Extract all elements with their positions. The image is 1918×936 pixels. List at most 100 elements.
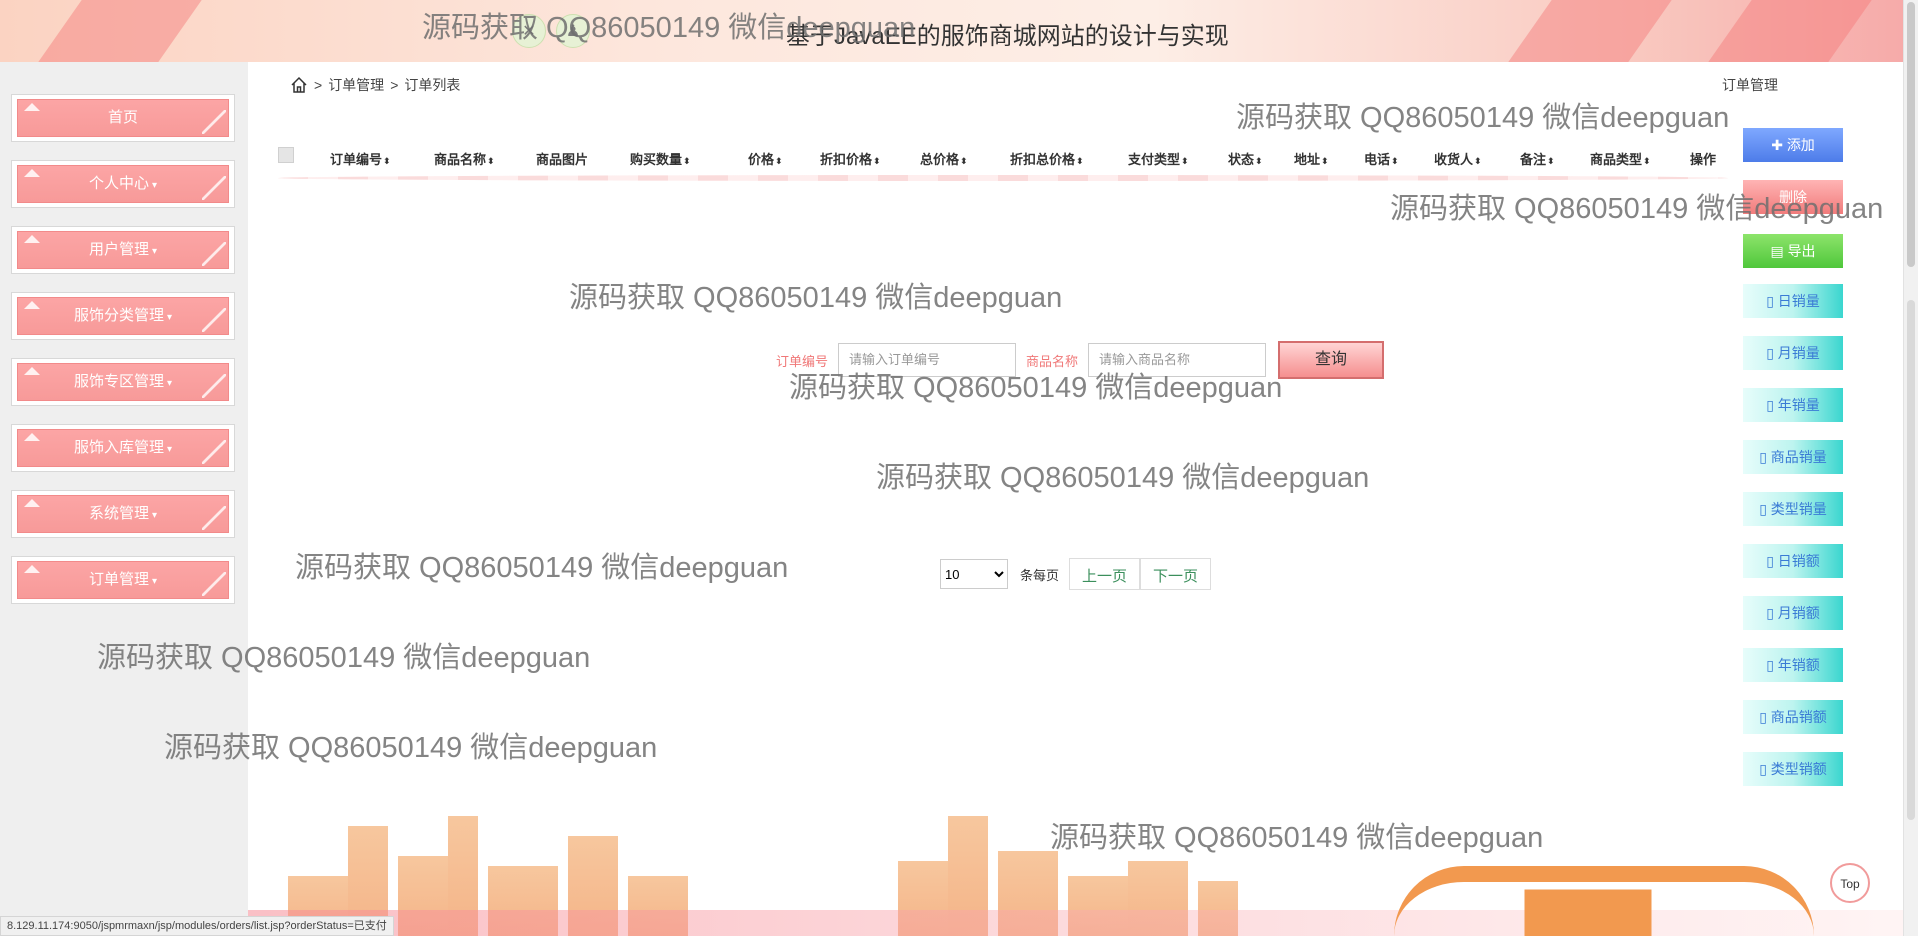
site-title: 基于JavaEE的服饰商城网站的设计与实现 [786,23,1229,50]
bridge-decoration [1394,866,1814,936]
header-decoration [1708,0,1872,62]
document-icon: ▯ [1766,397,1774,413]
chevron-down-icon: ▾ [166,444,173,455]
per-page-label: 条每页 [1020,567,1060,583]
sort-icon[interactable]: ⬍ [873,156,881,166]
sidebar-item-label: 订单管理 [88,571,149,588]
header-decoration [38,0,202,62]
yearly-sales-amount-button[interactable]: ▯ 年销额 [1743,648,1843,682]
chevron-down-icon: ▾ [166,378,173,389]
chevron-down-icon: ▾ [151,246,158,257]
type-sales-volume-button[interactable]: ▯ 类型销量 [1743,492,1843,526]
add-button[interactable]: ✚ 添加 [1743,128,1843,162]
sort-icon[interactable]: ⬍ [1391,156,1399,166]
daily-sales-volume-button[interactable]: ▯ 日销量 [1743,284,1843,318]
sidebar-item-order-management[interactable]: 订单管理 ▾ [11,556,235,604]
sidebar-item-home[interactable]: 首页 [11,94,235,142]
column-header[interactable]: 状态⬍ [1228,149,1263,168]
sidebar-item-label: 服饰分类管理 [73,307,164,324]
sidebar-item-category-management[interactable]: 服饰分类管理 ▾ [11,292,235,340]
plus-icon: ✚ [1771,137,1783,153]
sidebar-item-label: 用户管理 [88,241,149,258]
query-button[interactable]: 查询 [1278,341,1385,379]
column-header[interactable]: 总价格⬍ [920,149,968,168]
export-button[interactable]: ▤ 导出 [1743,234,1843,268]
page-section-title: 订单管理 [1722,77,1778,93]
sidebar-item-label: 服饰入库管理 [73,439,164,456]
sidebar-item-label: 系统管理 [88,505,149,522]
sort-icon[interactable]: ⬍ [1474,156,1482,166]
column-header[interactable]: 商品名称⬍ [434,149,495,168]
header-bar: ✕ ♟ 基于JavaEE的服饰商城网站的设计与实现 [0,0,1918,62]
sort-icon[interactable]: ⬍ [1321,156,1329,166]
yearly-sales-volume-button[interactable]: ▯ 年销量 [1743,388,1843,422]
sidebar-item-personal-center[interactable]: 个人中心 ▾ [11,160,235,208]
monthly-sales-amount-button[interactable]: ▯ 月销额 [1743,596,1843,630]
sidebar-item-stock-management[interactable]: 服饰入库管理 ▾ [11,424,235,472]
sort-icon[interactable]: ⬍ [1547,156,1555,166]
page-size-select[interactable]: 10 [940,559,1008,589]
breadcrumb-order-list: 订单列表 [404,77,461,93]
sort-icon[interactable]: ⬍ [1643,156,1651,166]
product-name-label: 商品名称 [1026,353,1079,369]
column-header[interactable]: 备注⬍ [1520,149,1555,168]
select-all-checkbox[interactable] [278,147,294,163]
next-page-button[interactable]: 下一页 [1140,558,1212,590]
header-decoration [1508,0,1672,62]
column-header[interactable]: 收货人⬍ [1434,149,1482,168]
sidebar-item-zone-management[interactable]: 服饰专区管理 ▾ [11,358,235,406]
back-to-top-button[interactable]: Top [1830,863,1870,903]
close-icon[interactable]: ✕ [512,14,546,48]
document-icon: ▯ [1759,449,1767,465]
sidebar-item-user-management[interactable]: 用户管理 ▾ [11,226,235,274]
home-icon[interactable] [290,76,308,94]
type-sales-amount-button[interactable]: ▯ 类型销额 [1743,752,1843,786]
sort-icon[interactable]: ⬍ [487,156,495,166]
column-header[interactable]: 价格⬍ [748,149,783,168]
daily-sales-amount-button[interactable]: ▯ 日销额 [1743,544,1843,578]
column-header: 商品图片 [536,152,589,167]
sort-icon[interactable]: ⬍ [1255,156,1263,166]
chevron-down-icon: ▾ [151,180,158,191]
scrollbar[interactable] [1903,0,1918,936]
product-sales-volume-button[interactable]: ▯ 商品销量 [1743,440,1843,474]
document-icon: ▯ [1766,345,1774,361]
breadcrumb: > 订单管理 > 订单列表 [290,75,460,95]
delete-button[interactable]: 删除 [1743,180,1843,214]
document-icon: ▯ [1766,605,1774,621]
sort-icon[interactable]: ⬍ [1076,156,1084,166]
breadcrumb-separator: > [314,77,323,93]
column-header[interactable]: 支付类型⬍ [1128,149,1189,168]
breadcrumb-order-management[interactable]: 订单管理 [328,75,384,95]
document-icon: ▯ [1759,501,1767,517]
header-icons: ✕ ♟ [512,14,590,48]
user-icon[interactable]: ♟ [556,14,590,48]
product-sales-amount-button[interactable]: ▯ 商品销额 [1743,700,1843,734]
breadcrumb-separator: > [390,77,399,93]
order-no-input[interactable]: 请输入订单编号 [838,343,1017,377]
export-icon: ▤ [1770,243,1784,259]
sort-icon[interactable]: ⬍ [775,156,783,166]
product-name-input[interactable]: 请输入商品名称 [1088,343,1267,377]
column-header[interactable]: 订单编号⬍ [330,149,391,168]
monthly-sales-volume-button[interactable]: ▯ 月销量 [1743,336,1843,370]
column-header[interactable]: 商品类型⬍ [1590,149,1651,168]
search-form: 订单编号 请输入订单编号 商品名称 请输入商品名称 查询 [776,341,1385,379]
sidebar-item-label: 首页 [107,109,138,126]
column-header[interactable]: 折扣价格⬍ [820,149,881,168]
column-header[interactable]: 电话⬍ [1364,149,1399,168]
sort-icon[interactable]: ⬍ [960,156,968,166]
order-no-label: 订单编号 [776,353,829,369]
sidebar-item-label: 服饰专区管理 [73,373,164,390]
sidebar-item-system-management[interactable]: 系统管理 ▾ [11,490,235,538]
column-header[interactable]: 折扣总价格⬍ [1010,149,1084,168]
pagination: 10 条每页 上一页 下一页 [940,558,1212,590]
sort-icon[interactable]: ⬍ [1181,156,1189,166]
sort-icon[interactable]: ⬍ [383,156,391,166]
column-header[interactable]: 地址⬍ [1294,149,1329,168]
chevron-down-icon: ▾ [166,312,173,323]
column-header[interactable]: 购买数量⬍ [630,149,691,168]
column-header: 操作 [1690,152,1717,167]
sort-icon[interactable]: ⬍ [683,156,691,166]
prev-page-button[interactable]: 上一页 [1069,558,1141,590]
